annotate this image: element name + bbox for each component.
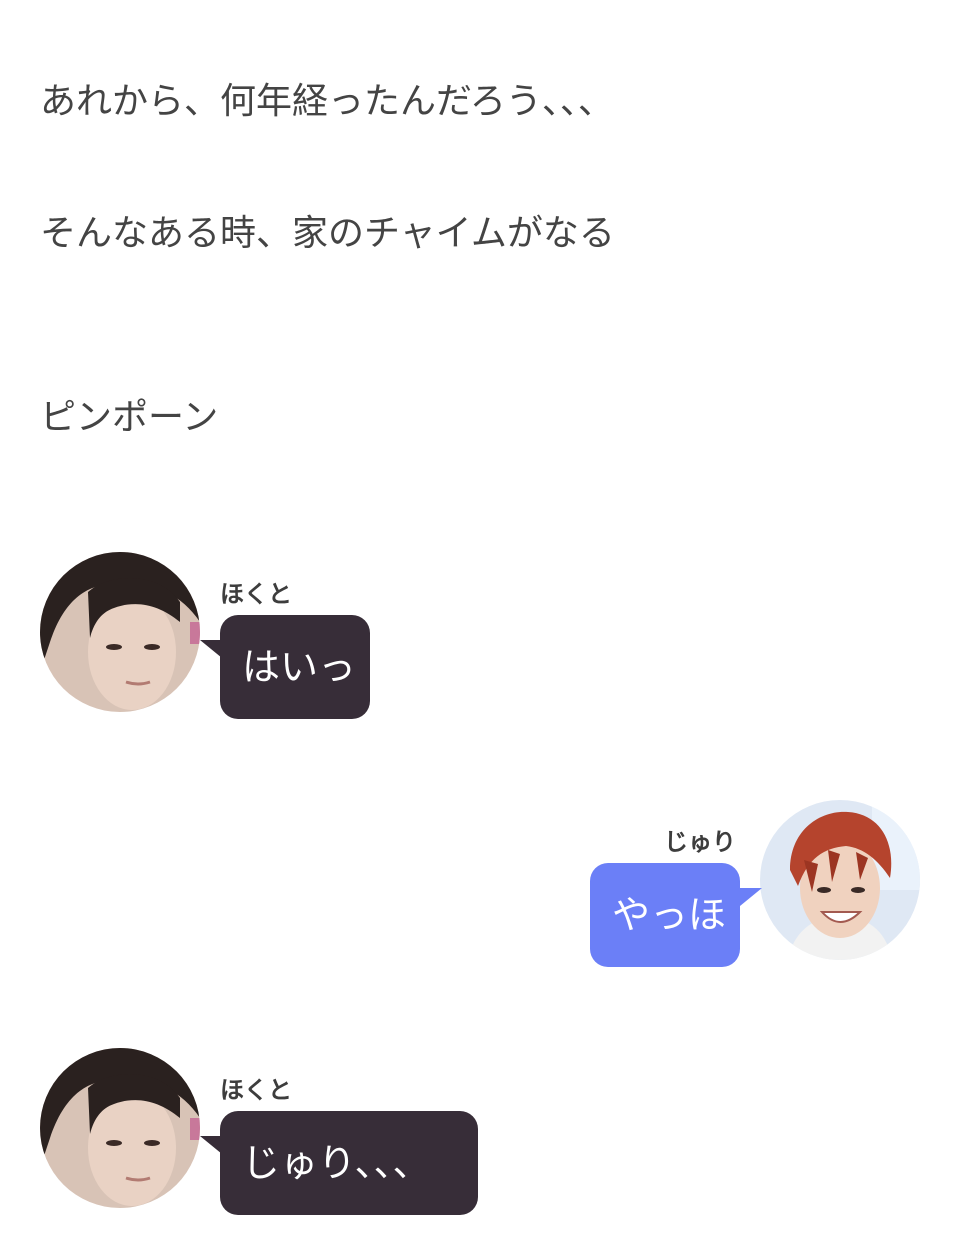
speaker-name: ほくと bbox=[220, 580, 292, 608]
avatar[interactable] bbox=[40, 1048, 200, 1208]
bubble-tail bbox=[200, 1136, 222, 1154]
narration-line-2: そんなある時、家のチャイムがなる bbox=[40, 213, 615, 254]
avatar[interactable] bbox=[760, 800, 920, 960]
bubble-tail bbox=[200, 640, 222, 658]
person-dark-hair-avatar-icon bbox=[40, 1048, 200, 1208]
person-dark-hair-avatar-icon bbox=[40, 552, 200, 712]
avatar[interactable] bbox=[40, 552, 200, 712]
message-bubble: はいっ bbox=[220, 615, 370, 719]
message-bubble: じゅり、、、 bbox=[220, 1111, 478, 1215]
narration-line-3: ピンポーン bbox=[40, 397, 219, 438]
speaker-name: ほくと bbox=[220, 1076, 292, 1104]
bubble-tail bbox=[740, 888, 762, 906]
narration-line-1: あれから、何年経ったんだろう、、、 bbox=[40, 81, 614, 122]
speaker-name: じゅり bbox=[664, 828, 736, 856]
person-red-hair-avatar-icon bbox=[760, 800, 920, 960]
message-bubble: やっほ bbox=[590, 863, 740, 967]
